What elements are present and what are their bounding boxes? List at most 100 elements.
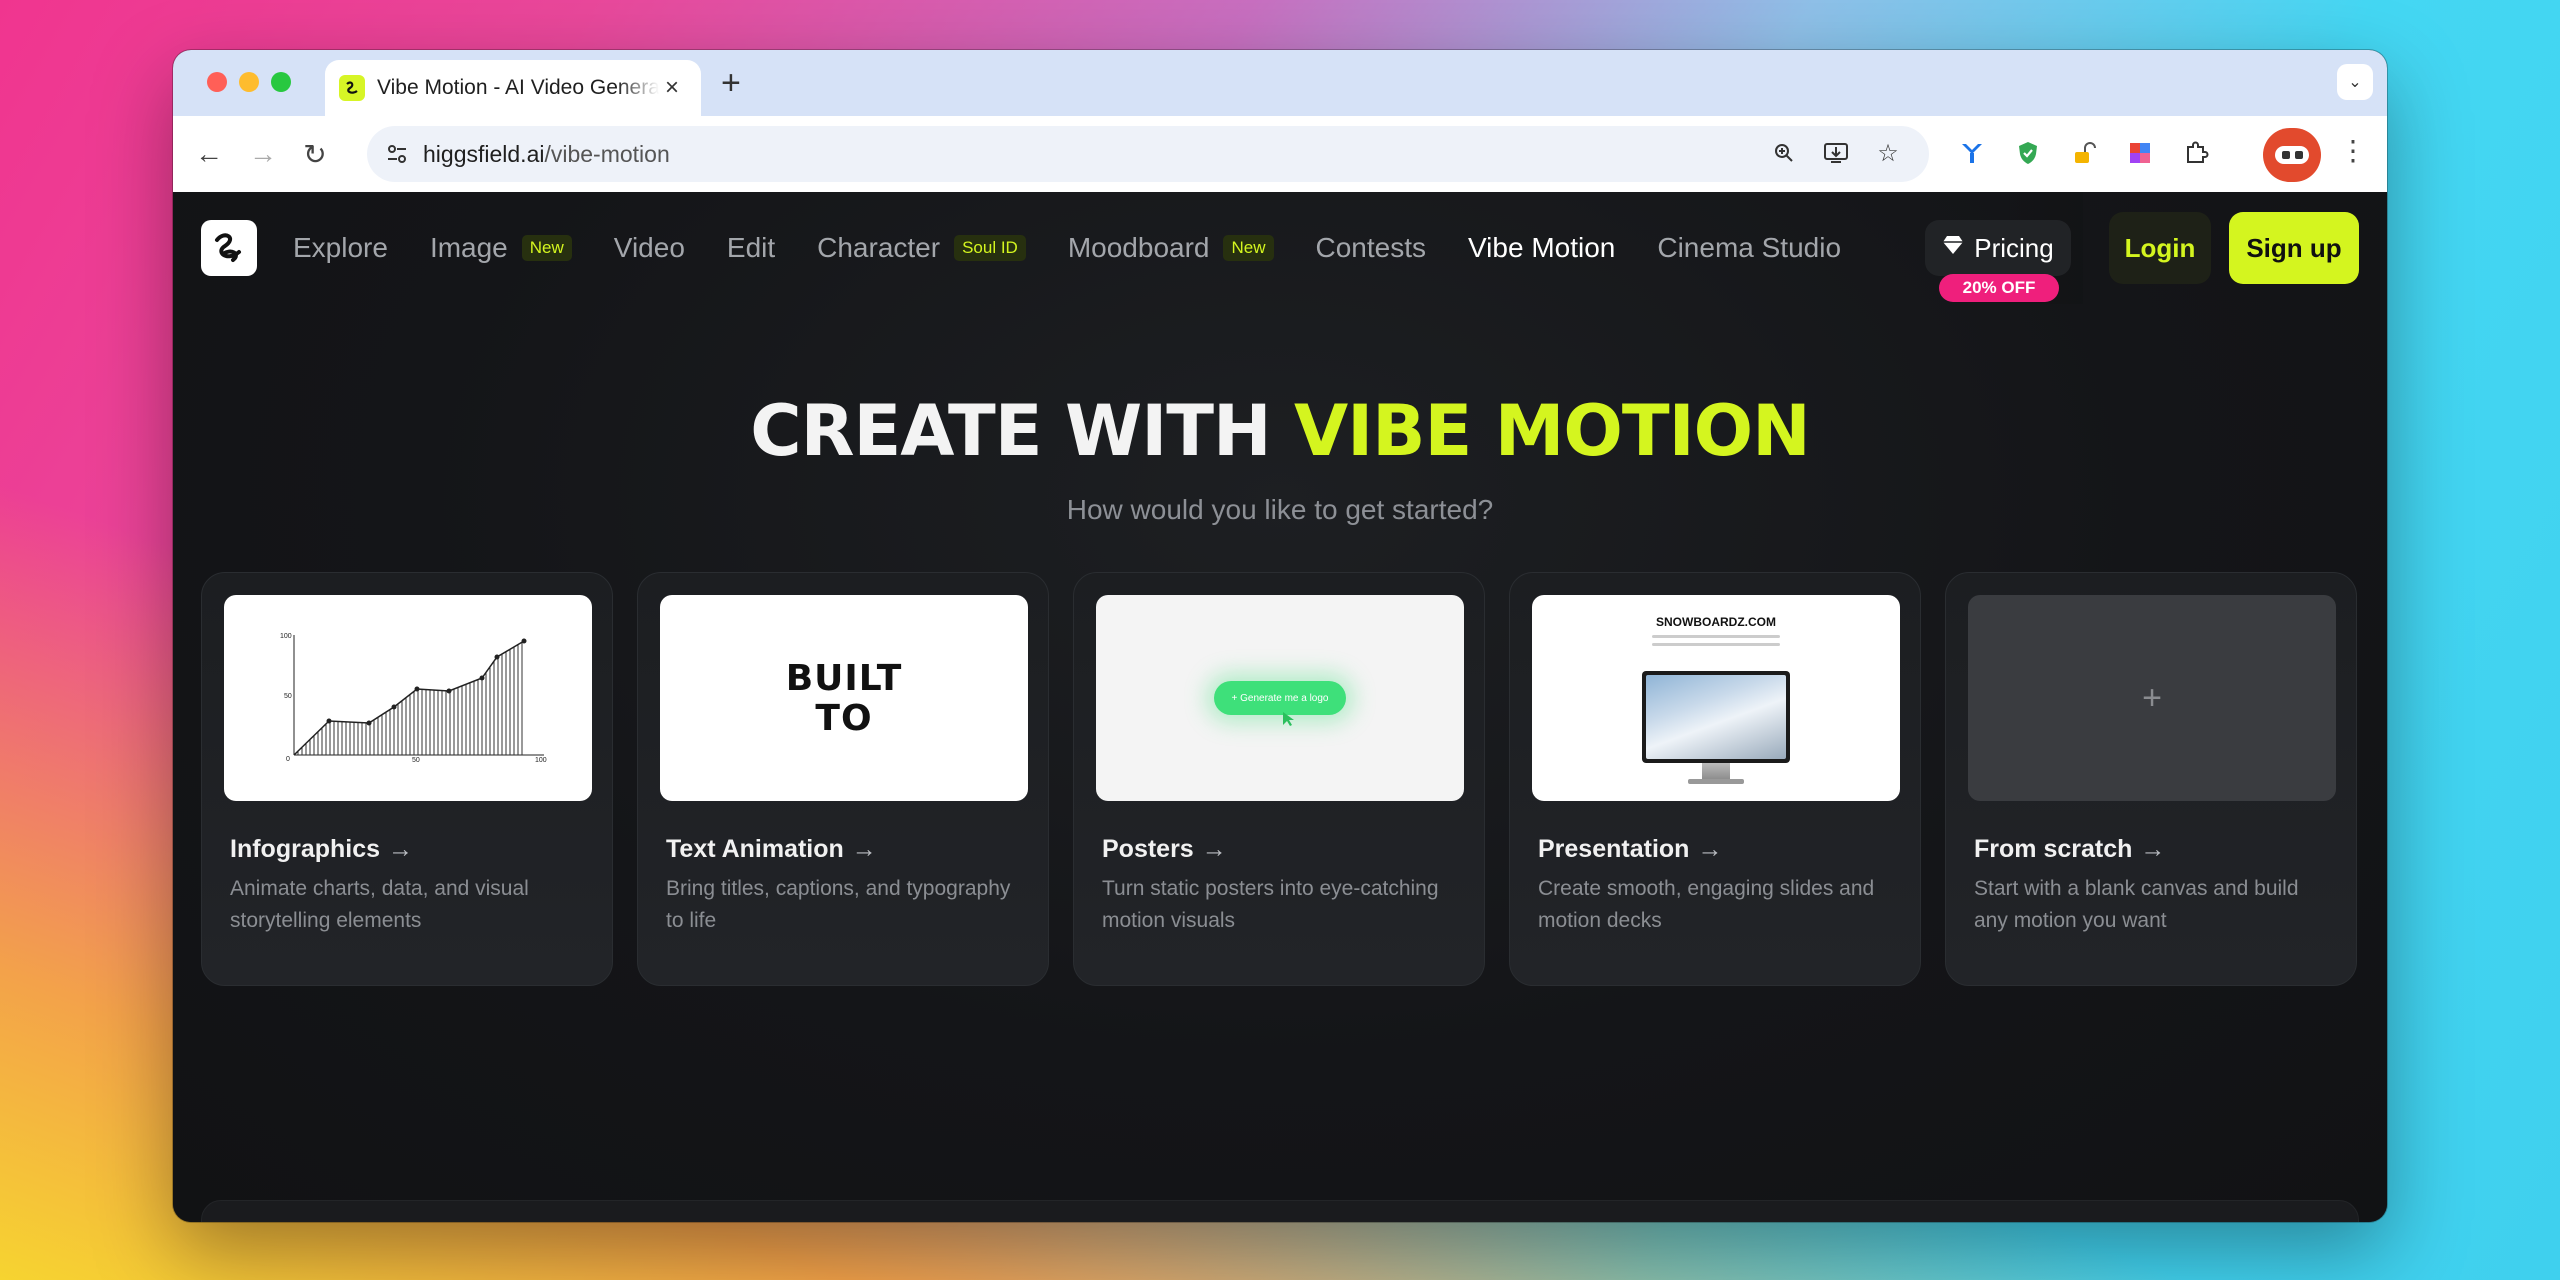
text-animation-thumbnail: BUILT TO	[660, 595, 1028, 801]
cursor-icon	[1283, 712, 1294, 726]
forward-icon[interactable]: →	[243, 134, 283, 174]
card-title: Presentation →	[1538, 835, 1723, 863]
url-text: higgsfield.ai/vibe-motion	[423, 141, 670, 168]
arrow-right-icon: →	[1201, 835, 1227, 863]
extensions-puzzle-icon[interactable]	[2177, 134, 2215, 172]
nav-item-label: Contests	[1315, 232, 1427, 263]
card-presentation[interactable]: SNOWBOARDZ.COM Presentation → Create smoo…	[1509, 572, 1921, 986]
arrow-right-icon: →	[1697, 835, 1723, 863]
infographic-chart: 100 50 0 50 100	[280, 633, 547, 764]
nav-item-cinema-studio[interactable]: Cinema Studio	[1657, 232, 1841, 264]
nav-item-contests[interactable]: Contests	[1316, 232, 1427, 264]
favicon-icon	[339, 75, 365, 101]
back-icon[interactable]: ←	[189, 134, 229, 174]
y-tick-label: 0	[286, 756, 290, 763]
ext-y-icon[interactable]	[1953, 134, 1991, 172]
pricing-button[interactable]: Pricing	[1925, 220, 2071, 276]
nav-badge: Soul ID	[954, 235, 1026, 261]
infographics-thumbnail: 100 50 0 50 100	[224, 595, 592, 801]
site-header: Explore Image New Video Edit Character Soul ID…	[173, 192, 2387, 304]
nav-item-edit[interactable]: Edit	[727, 232, 775, 264]
nav-item-character[interactable]: Character Soul ID	[817, 232, 1026, 264]
discount-badge: 20% OFF	[1939, 274, 2059, 302]
nav-item-video[interactable]: Video	[614, 232, 685, 264]
nav-badge: New	[521, 235, 572, 261]
bookmark-star-icon[interactable]: ☆	[1871, 136, 1905, 170]
hero-subtitle: How would you like to get started?	[1066, 494, 1494, 525]
arrow-right-icon: →	[388, 835, 414, 863]
browser-menu-icon[interactable]: ⋮	[2339, 134, 2367, 167]
page-content: Explore Image New Video Edit Character Soul ID…	[173, 192, 2387, 1222]
browser-tab[interactable]: Vibe Motion - AI Video Generator ×	[325, 60, 701, 116]
card-title: Posters →	[1102, 835, 1227, 863]
template-cards: 100 50 0 50 100 Infographics → Animate ch…	[201, 572, 2357, 986]
nav-item-image[interactable]: Image New	[430, 232, 572, 264]
y-tick-label: 50	[284, 693, 292, 700]
minimize-window-button[interactable]	[239, 72, 259, 92]
presentation-heading: SNOWBOARDZ.COM	[1656, 615, 1776, 629]
arrow-right-icon: →	[851, 835, 877, 863]
browser-window: Vibe Motion - AI Video Generator × + ⌄ ←…	[173, 50, 2387, 1222]
card-from-scratch[interactable]: + From scratch → Start with a blank canva…	[1945, 572, 2357, 986]
hero-title: CREATE WITH VIBE MOTION	[173, 390, 2387, 472]
higgsfield-logo[interactable]	[201, 220, 257, 276]
card-text-animation[interactable]: BUILT TO Text Animation → Bring titles, c…	[637, 572, 1049, 986]
nav-item-label: Image	[429, 232, 508, 263]
tab-strip: Vibe Motion - AI Video Generator × + ⌄	[173, 50, 2387, 116]
install-icon[interactable]	[1819, 136, 1853, 170]
tab-search-chevron-icon[interactable]: ⌄	[2337, 64, 2373, 100]
close-tab-icon[interactable]: ×	[665, 74, 679, 102]
zoom-icon[interactable]	[1767, 136, 1801, 170]
nav-item-vibe-motion[interactable]: Vibe Motion	[1468, 232, 1615, 264]
nav-item-label: Character	[817, 232, 941, 263]
presentation-text-line	[1652, 635, 1780, 638]
nav-item-label: Vibe Motion	[1468, 232, 1616, 263]
maximize-window-button[interactable]	[271, 72, 291, 92]
login-button[interactable]: Login	[2109, 212, 2211, 284]
card-description: Bring titles, captions, and typography t…	[666, 877, 1011, 932]
nav-item-label: Video	[613, 232, 685, 263]
card-title: Text Animation →	[666, 835, 877, 863]
ext-color-icon[interactable]	[2121, 134, 2159, 172]
hero-title-prefix: CREATE WITH	[750, 390, 1271, 472]
posters-thumbnail: + Generate me a logo	[1096, 595, 1464, 801]
card-posters[interactable]: + Generate me a logo Posters → Turn stati…	[1073, 572, 1485, 986]
main-nav: Explore Image New Video Edit Character Soul ID…	[293, 192, 2083, 304]
card-description: Animate charts, data, and visual storyte…	[230, 877, 529, 932]
nav-badge: New	[1223, 235, 1274, 261]
card-infographics[interactable]: 100 50 0 50 100 Infographics → Animate ch…	[201, 572, 613, 986]
nav-item-label: Edit	[726, 232, 776, 263]
built-to-text: BUILT TO	[660, 659, 1028, 739]
x-tick-label: 50	[412, 757, 420, 764]
close-window-button[interactable]	[207, 72, 227, 92]
url-domain: higgsfield.ai	[423, 140, 545, 167]
site-info-icon[interactable]	[381, 138, 413, 170]
hero-title-accent: VIBE MOTION	[1293, 390, 1811, 472]
plus-icon: +	[2142, 678, 2162, 717]
built-line-1: BUILT	[785, 658, 903, 699]
card-title: Infographics →	[230, 835, 414, 863]
presentation-thumbnail: SNOWBOARDZ.COM	[1532, 595, 1900, 801]
new-tab-button[interactable]: +	[721, 64, 741, 103]
arrow-right-icon: →	[2140, 835, 2166, 863]
signup-button[interactable]: Sign up	[2229, 212, 2359, 284]
diamond-icon	[1942, 235, 1964, 261]
ext-shield-icon[interactable]	[2009, 134, 2047, 172]
tab-title: Vibe Motion - AI Video Generator	[377, 76, 659, 99]
ext-lock-icon[interactable]	[2065, 134, 2103, 172]
bottom-panel	[201, 1200, 2359, 1222]
presentation-text-line	[1652, 643, 1780, 646]
address-bar[interactable]: higgsfield.ai/vibe-motion ☆	[367, 126, 1929, 182]
nav-item-label: Cinema Studio	[1657, 232, 1842, 263]
nav-item-moodboard[interactable]: Moodboard New	[1068, 232, 1274, 264]
from-scratch-thumbnail: +	[1968, 595, 2336, 801]
nav-item-explore[interactable]: Explore	[293, 232, 388, 264]
reload-icon[interactable]: ↻	[295, 134, 335, 174]
url-path: /vibe-motion	[544, 140, 670, 167]
card-title: From scratch →	[1974, 835, 2166, 863]
card-description: Create smooth, engaging slides and motio…	[1538, 877, 1875, 932]
nav-item-label: Explore	[293, 232, 388, 263]
nav-item-label: Moodboard	[1067, 232, 1210, 263]
card-description: Start with a blank canvas and build any …	[1974, 877, 2299, 932]
profile-avatar[interactable]	[2263, 128, 2321, 182]
